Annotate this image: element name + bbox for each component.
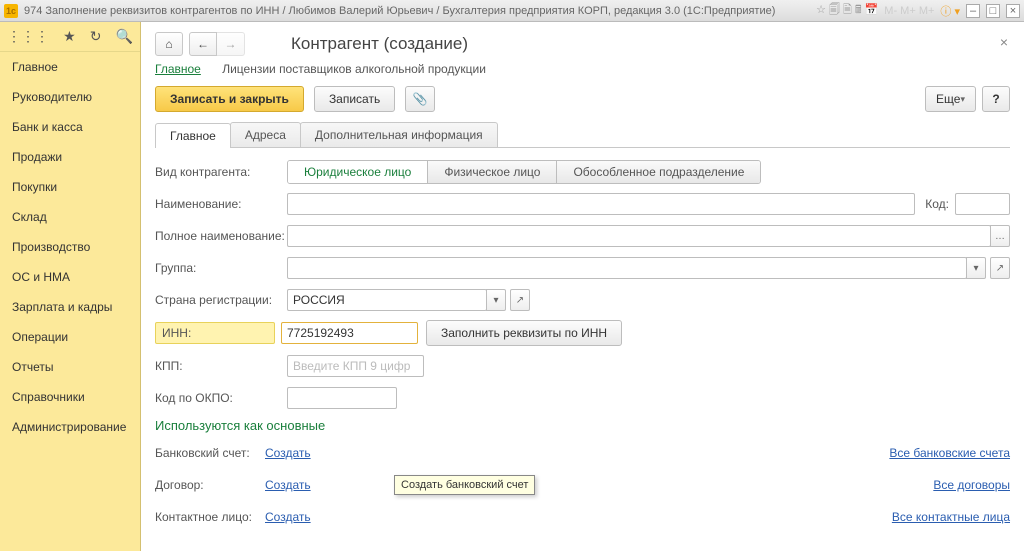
tabs: Главное Адреса Дополнительная информация: [155, 122, 1010, 148]
code-input[interactable]: [955, 193, 1010, 215]
save-button[interactable]: Записать: [314, 86, 395, 112]
page-title: Контрагент (создание): [291, 34, 468, 54]
minimize-button[interactable]: –: [966, 4, 980, 18]
home-button[interactable]: ⌂: [155, 32, 183, 56]
group-open-button[interactable]: ↗: [990, 257, 1010, 279]
sidebar-item-assets[interactable]: ОС и НМА: [0, 262, 140, 292]
attach-button[interactable]: 📎: [405, 86, 435, 112]
sidebar-item-bank[interactable]: Банк и касса: [0, 112, 140, 142]
toolbar-m-icons: M- M+ M+: [884, 5, 934, 17]
name-input[interactable]: [287, 193, 915, 215]
toolbar-info-icon[interactable]: ⓘ ▾: [940, 3, 960, 19]
fullname-input[interactable]: [287, 225, 991, 247]
maximize-button[interactable]: □: [986, 4, 1000, 18]
okpo-input[interactable]: [287, 387, 397, 409]
sidebar-item-hr[interactable]: Зарплата и кадры: [0, 292, 140, 322]
country-dropdown-button[interactable]: ▾: [486, 289, 506, 311]
group-dropdown-button[interactable]: ▾: [966, 257, 986, 279]
okpo-label: Код по ОКПО:: [155, 391, 287, 405]
all-contacts-link[interactable]: Все контактные лица: [892, 510, 1010, 524]
all-contracts-link[interactable]: Все договоры: [933, 478, 1010, 492]
window-title: 974 Заполнение реквизитов контрагентов п…: [24, 5, 775, 17]
group-label: Группа:: [155, 261, 287, 275]
name-label: Наименование:: [155, 197, 287, 211]
sidebar-item-admin[interactable]: Администрирование: [0, 412, 140, 442]
defaults-heading: Используются как основные: [155, 418, 1010, 433]
kpp-label: КПП:: [155, 359, 287, 373]
breadcrumb-main-link[interactable]: Главное: [155, 62, 201, 76]
breadcrumb-sub: Лицензии поставщиков алкогольной продукц…: [222, 62, 486, 76]
bank-create-link[interactable]: Создать: [265, 446, 311, 460]
forward-button[interactable]: →: [217, 32, 245, 56]
inn-label: ИНН:: [155, 322, 275, 344]
country-input[interactable]: [287, 289, 487, 311]
history-icon[interactable]: ↻: [90, 28, 102, 45]
contact-create-link[interactable]: Создать: [265, 510, 311, 524]
inn-input[interactable]: [281, 322, 418, 344]
help-button[interactable]: ?: [982, 86, 1010, 112]
sidebar: ⋮⋮⋮ ★ ↻ 🔍 Главное Руководителю Банк и ка…: [0, 22, 141, 551]
sidebar-item-manager[interactable]: Руководителю: [0, 82, 140, 112]
apps-icon[interactable]: ⋮⋮⋮: [7, 28, 49, 45]
country-label: Страна регистрации:: [155, 293, 287, 307]
fill-by-inn-button[interactable]: Заполнить реквизиты по ИНН: [426, 320, 622, 346]
close-icon[interactable]: ×: [1000, 34, 1008, 50]
toolbar-misc-icons: ☆ 🗐 🗎 🖩 📅: [816, 1, 878, 20]
app-logo-icon: 1c: [4, 4, 18, 18]
kind-label: Вид контрагента:: [155, 165, 287, 179]
close-window-button[interactable]: ×: [1006, 4, 1020, 18]
tooltip: Создать банковский счет: [394, 475, 535, 495]
kind-unit[interactable]: Обособленное подразделение: [557, 161, 760, 183]
code-label: Код:: [925, 197, 949, 211]
fullname-label: Полное наименование:: [155, 229, 287, 243]
contract-create-link[interactable]: Создать: [265, 478, 311, 492]
search-icon[interactable]: 🔍: [116, 28, 133, 45]
tab-additional[interactable]: Дополнительная информация: [300, 122, 498, 147]
fullname-expand-button[interactable]: …: [990, 225, 1010, 247]
group-input[interactable]: [287, 257, 967, 279]
sidebar-item-production[interactable]: Производство: [0, 232, 140, 262]
kind-person[interactable]: Физическое лицо: [428, 161, 557, 183]
breadcrumb: Главное Лицензии поставщиков алкогольной…: [155, 62, 1010, 76]
save-close-button[interactable]: Записать и закрыть: [155, 86, 304, 112]
kind-selector: Юридическое лицо Физическое лицо Обособл…: [287, 160, 761, 184]
country-open-button[interactable]: ↗: [510, 289, 530, 311]
back-button[interactable]: ←: [189, 32, 217, 56]
kpp-input[interactable]: [287, 355, 424, 377]
contract-label: Договор:: [155, 478, 265, 492]
bank-label: Банковский счет:: [155, 446, 265, 460]
all-bank-link[interactable]: Все банковские счета: [889, 446, 1010, 460]
sidebar-item-purchases[interactable]: Покупки: [0, 172, 140, 202]
more-button[interactable]: Еще: [925, 86, 976, 112]
sidebar-item-reports[interactable]: Отчеты: [0, 352, 140, 382]
sidebar-item-warehouse[interactable]: Склад: [0, 202, 140, 232]
sidebar-item-operations[interactable]: Операции: [0, 322, 140, 352]
contact-label: Контактное лицо:: [155, 510, 265, 524]
star-icon[interactable]: ★: [63, 28, 76, 45]
sidebar-item-dictionaries[interactable]: Справочники: [0, 382, 140, 412]
sidebar-item-sales[interactable]: Продажи: [0, 142, 140, 172]
kind-legal[interactable]: Юридическое лицо: [288, 161, 428, 183]
tab-main[interactable]: Главное: [155, 123, 231, 148]
sidebar-item-main[interactable]: Главное: [0, 52, 140, 82]
tab-addresses[interactable]: Адреса: [230, 122, 301, 147]
